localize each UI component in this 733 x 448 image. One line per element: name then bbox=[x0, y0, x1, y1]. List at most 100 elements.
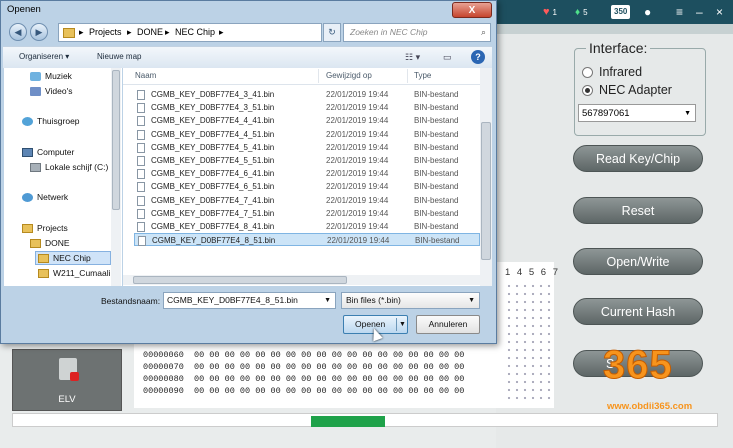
file-icon bbox=[137, 90, 145, 100]
nav-label: DONE bbox=[45, 238, 70, 248]
file-icon bbox=[137, 182, 145, 193]
nav-item-network[interactable]: Netwerk bbox=[22, 192, 68, 202]
nav-item-nec-chip[interactable]: NEC Chip bbox=[38, 253, 91, 263]
file-date: 22/01/2019 19:44 bbox=[326, 182, 389, 192]
nav-item-projects[interactable]: Projects bbox=[22, 223, 68, 233]
file-type: BIN-bestand bbox=[414, 222, 459, 231]
forward-button[interactable]: ▶ bbox=[30, 23, 48, 41]
nav-item-computer[interactable]: Computer bbox=[22, 147, 74, 157]
file-row[interactable]: CGMB_KEY_D0BF77E4_8_41.bin 22/01/2019 19:… bbox=[134, 220, 480, 233]
radio-nec-adapter[interactable]: NEC Adapter bbox=[582, 83, 672, 97]
split-divider bbox=[396, 318, 397, 331]
back-button[interactable]: ◀ bbox=[9, 23, 27, 41]
file-row[interactable]: CGMB_KEY_D0BF77E4_5_51.bin 22/01/2019 19:… bbox=[134, 154, 480, 167]
file-row[interactable]: CGMB_KEY_D0BF77E4_7_41.bin 22/01/2019 19:… bbox=[134, 194, 480, 207]
file-row[interactable]: CGMB_KEY_D0BF77E4_4_51.bin 22/01/2019 19:… bbox=[134, 128, 480, 141]
file-date: 22/01/2019 19:44 bbox=[326, 90, 389, 99]
nav-scroll-thumb[interactable] bbox=[112, 70, 120, 210]
breadcrumb-projects[interactable]: Projects bbox=[89, 27, 122, 37]
nav-item-homegroup[interactable]: Thuisgroep bbox=[22, 116, 80, 126]
file-icon bbox=[137, 103, 145, 114]
preview-pane-icon[interactable]: ▭ bbox=[443, 52, 452, 63]
organize-button[interactable]: Organiseren ▾ bbox=[19, 52, 69, 61]
folder-icon bbox=[63, 28, 75, 38]
filename-input[interactable]: CGMB_KEY_D0BF77E4_8_51.bin ▼ bbox=[163, 292, 336, 309]
hex-row: 00000080 00 00 00 00 00 00 00 00 00 00 0… bbox=[143, 374, 465, 384]
nav-item-done[interactable]: DONE bbox=[30, 238, 70, 248]
file-name: CGMB_KEY_D0BF77E4_3_41.bin bbox=[151, 90, 275, 99]
reset-button[interactable]: Reset bbox=[573, 197, 703, 224]
diamond-icon: ♦ bbox=[575, 6, 581, 18]
file-date: 22/01/2019 19:44 bbox=[327, 236, 390, 246]
new-folder-button[interactable]: Nieuwe map bbox=[97, 52, 141, 61]
open-write-button[interactable]: Open/Write bbox=[573, 248, 703, 275]
file-date: 22/01/2019 19:44 bbox=[326, 103, 389, 113]
radio-label: NEC Adapter bbox=[599, 83, 672, 97]
watermark-url: www.obdii365.com bbox=[607, 401, 693, 412]
file-type: BIN-bestand bbox=[414, 182, 459, 192]
heart-icon: ♥ bbox=[543, 6, 550, 18]
column-divider[interactable] bbox=[318, 69, 319, 83]
file-type-select[interactable]: Bin files (*.bin) ▼ bbox=[341, 292, 480, 309]
column-divider[interactable] bbox=[407, 69, 408, 83]
elv-label: ELV bbox=[58, 394, 76, 405]
file-name: CGMB_KEY_D0BF77E4_7_41.bin bbox=[151, 195, 275, 205]
lightbulb-icon[interactable]: ● bbox=[644, 3, 651, 21]
cancel-button[interactable]: Annuleren bbox=[416, 315, 480, 334]
close-button[interactable]: X bbox=[452, 2, 492, 18]
file-date: 22/01/2019 19:44 bbox=[326, 129, 389, 139]
close-app-icon[interactable]: × bbox=[716, 3, 723, 21]
search-input[interactable]: Zoeken in NEC Chip ⌕ bbox=[343, 23, 491, 42]
file-type-value: Bin files (*.bin) bbox=[346, 295, 401, 305]
column-name[interactable]: Naam bbox=[135, 71, 156, 80]
help-icon[interactable]: ? bbox=[471, 50, 485, 64]
file-row[interactable]: CGMB_KEY_D0BF77E4_3_41.bin 22/01/2019 19:… bbox=[134, 88, 480, 101]
minimize-icon[interactable]: – bbox=[696, 3, 703, 21]
hex-column-header: 1 4 5 6 7 bbox=[505, 267, 560, 278]
radio-infrared[interactable]: Infrared bbox=[582, 65, 642, 79]
chevron-right-icon: ▸ bbox=[79, 27, 84, 37]
read-key-chip-button[interactable]: Read Key/Chip bbox=[573, 145, 703, 172]
notification-green[interactable]: ♦ 5 bbox=[575, 3, 588, 21]
breadcrumb-nec-chip[interactable]: NEC Chip bbox=[175, 27, 215, 37]
column-type[interactable]: Type bbox=[414, 71, 431, 80]
current-hash-button[interactable]: Current Hash bbox=[573, 298, 703, 325]
file-type: BIN-bestand bbox=[414, 169, 459, 179]
file-row[interactable]: CGMB_KEY_D0BF77E4_6_41.bin 22/01/2019 19:… bbox=[134, 167, 480, 180]
nav-item-music[interactable]: Muziek bbox=[30, 71, 72, 81]
refresh-button[interactable]: ↻ bbox=[323, 23, 341, 42]
radio-circle[interactable] bbox=[582, 66, 593, 78]
file-scroll-thumb[interactable] bbox=[481, 122, 491, 260]
file-row[interactable]: CGMB_KEY_D0BF77E4_6_51.bin 22/01/2019 19:… bbox=[134, 180, 480, 193]
music-icon bbox=[30, 71, 41, 81]
adapter-select[interactable]: 567897061 ▼ bbox=[578, 104, 696, 122]
file-hscroll-thumb[interactable] bbox=[133, 276, 347, 284]
view-options-icon[interactable]: ☷ ▾ bbox=[405, 52, 420, 63]
file-type: BIN-bestand bbox=[414, 142, 459, 152]
file-row[interactable]: CGMB_KEY_D0BF77E4_3_51.bin 22/01/2019 19:… bbox=[134, 101, 480, 114]
file-row[interactable]: CGMB_KEY_D0BF77E4_5_41.bin 22/01/2019 19:… bbox=[134, 141, 480, 154]
folder-icon bbox=[38, 253, 49, 263]
radio-circle[interactable] bbox=[582, 84, 593, 96]
column-modified[interactable]: Gewijzigd op bbox=[326, 71, 372, 80]
chevron-down-icon[interactable]: ▼ bbox=[399, 316, 406, 333]
file-type: BIN-bestand bbox=[414, 116, 459, 126]
nav-item-w211[interactable]: W211_Cumaali bbox=[38, 268, 110, 278]
notification-red[interactable]: ♥ 1 bbox=[543, 3, 557, 21]
nav-item-local-disk[interactable]: Lokale schijf (C:) bbox=[30, 162, 108, 172]
file-icon bbox=[137, 116, 145, 127]
file-row[interactable]: CGMB_KEY_D0BF77E4_8_51.bin 22/01/2019 19:… bbox=[134, 233, 480, 247]
chevron-right-icon: ▸ bbox=[219, 27, 224, 37]
menu-icon[interactable]: ≡ bbox=[676, 3, 683, 21]
chevron-down-icon[interactable]: ▼ bbox=[324, 293, 331, 308]
token-counter[interactable]: 350 bbox=[611, 3, 631, 21]
file-row[interactable]: CGMB_KEY_D0BF77E4_4_41.bin 22/01/2019 19:… bbox=[134, 114, 480, 127]
address-bar[interactable]: ▸ Projects ▸ DONE ▸ NEC Chip ▸ ▼ bbox=[58, 23, 372, 42]
elv-tile[interactable]: ELV bbox=[12, 349, 122, 411]
nav-item-videos[interactable]: Video's bbox=[30, 86, 72, 96]
file-type: BIN-bestand bbox=[414, 129, 459, 139]
file-row[interactable]: CGMB_KEY_D0BF77E4_7_51.bin 22/01/2019 19:… bbox=[134, 207, 480, 220]
hex-row: 00000070 00 00 00 00 00 00 00 00 00 00 0… bbox=[143, 362, 465, 372]
file-list-header: Naam Gewijzigd op Type bbox=[123, 68, 480, 85]
breadcrumb-done[interactable]: DONE bbox=[137, 27, 163, 37]
